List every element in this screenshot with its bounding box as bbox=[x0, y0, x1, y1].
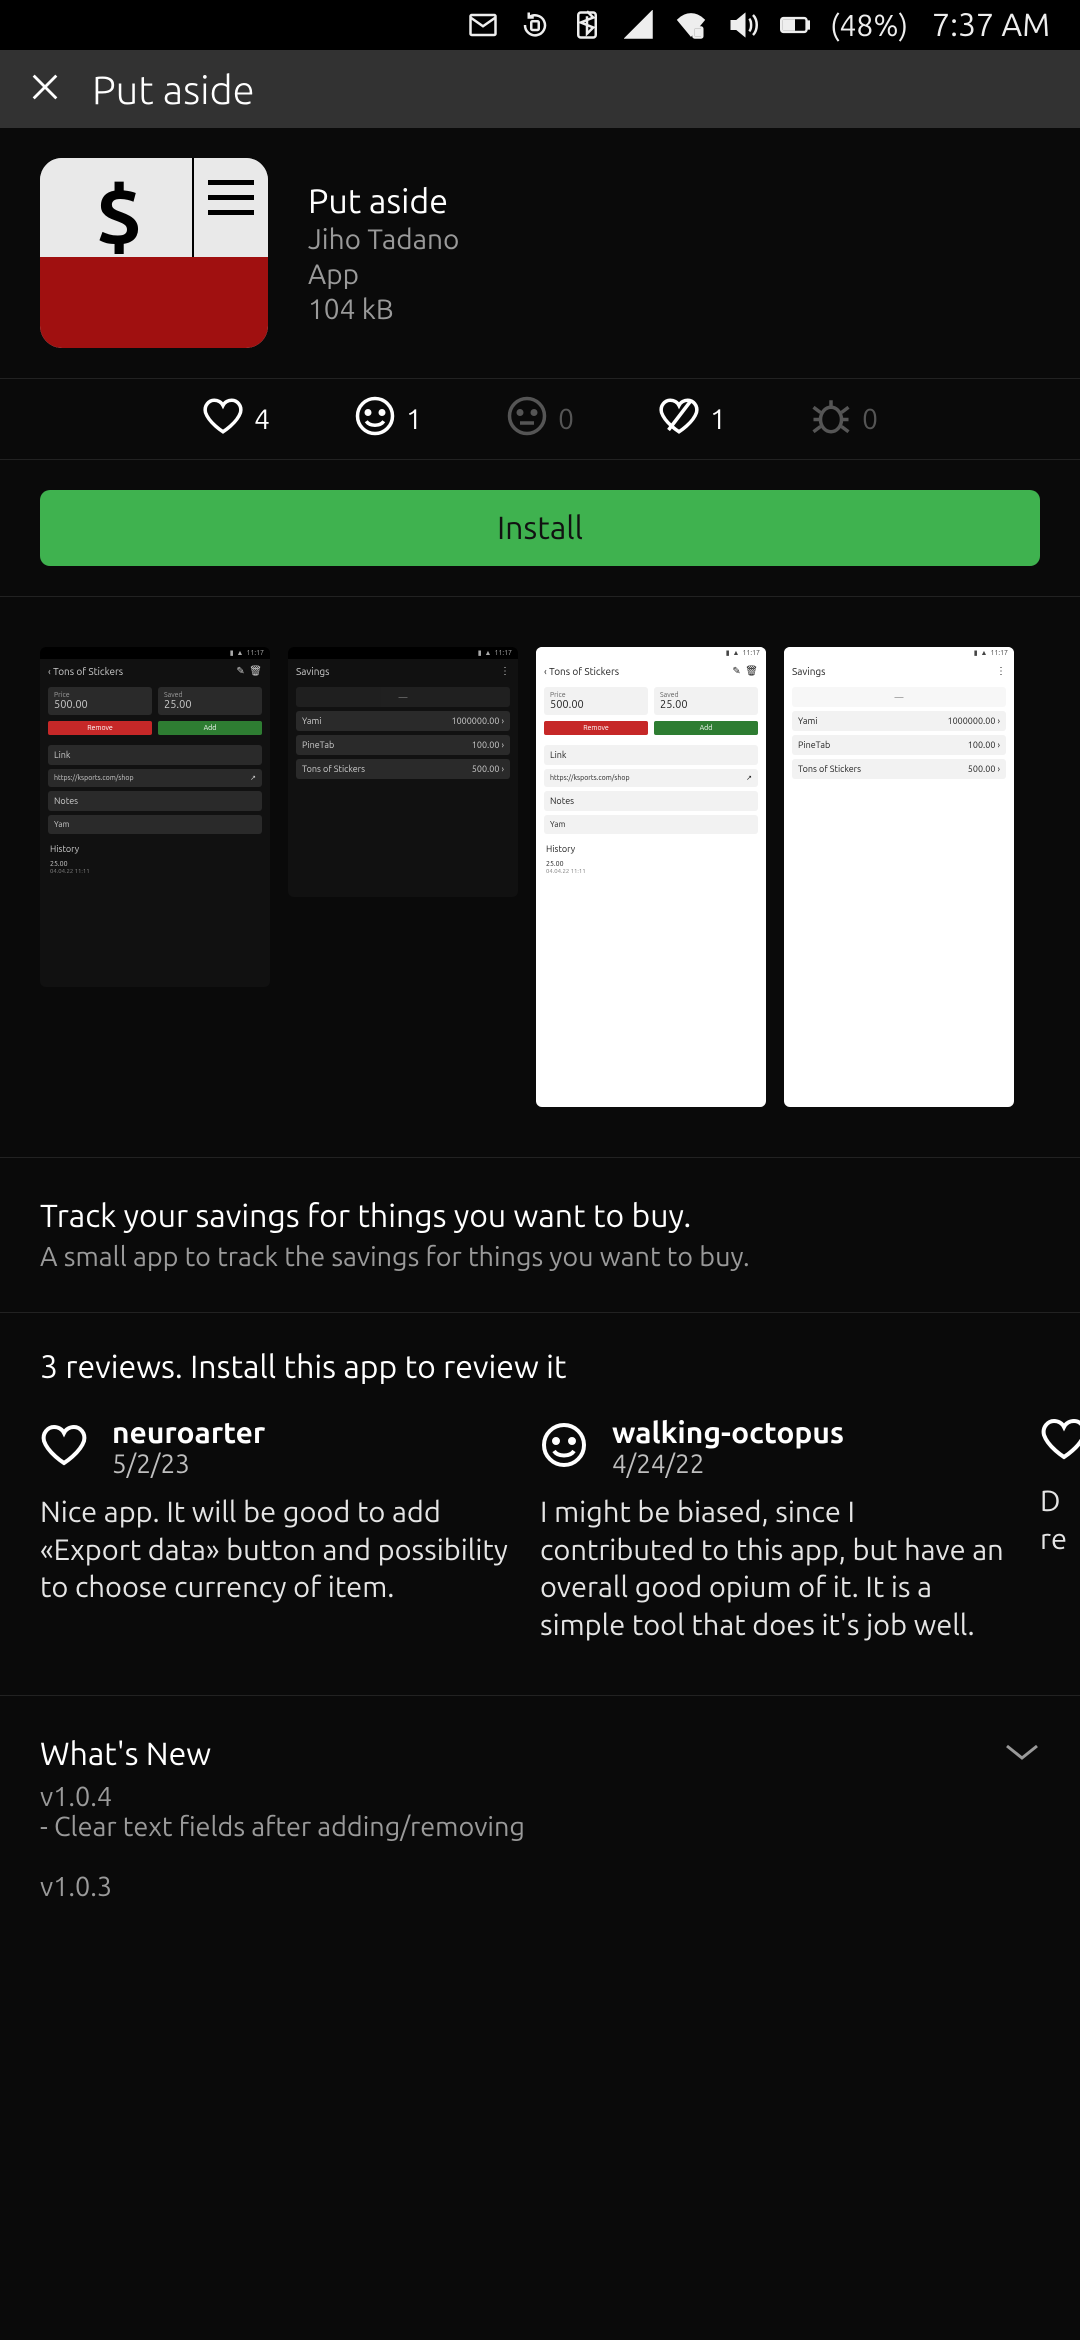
app-category: App bbox=[308, 259, 459, 290]
reaction-neutral[interactable]: 0 bbox=[506, 395, 574, 443]
cell-signal-icon bbox=[622, 8, 656, 42]
reviews-list[interactable]: neuroarter 5/2/23 Nice app. It will be g… bbox=[0, 1415, 1080, 1696]
reaction-bug-count: 0 bbox=[862, 404, 878, 435]
reaction-broken-count: 1 bbox=[710, 404, 726, 435]
app-icon: $ bbox=[40, 158, 268, 348]
changelog-version: v1.0.4 bbox=[40, 1782, 1040, 1812]
review-body: I might be biased, since I contributed t… bbox=[540, 1494, 1010, 1645]
broken-heart-icon bbox=[658, 395, 700, 443]
screenshot[interactable]: ▮▲11:17 ‹ Tons of Stickers✎ 🗑 Price500.0… bbox=[536, 647, 766, 1107]
page-header: Put aside bbox=[0, 50, 1080, 128]
heart-icon bbox=[1040, 1415, 1080, 1467]
page-title: Put aside bbox=[92, 67, 255, 112]
description-headline: Track your savings for things you want t… bbox=[40, 1198, 1040, 1234]
install-button[interactable]: Install bbox=[40, 490, 1040, 566]
review-card[interactable]: Dre bbox=[1040, 1415, 1080, 1645]
app-summary-row: $ Put aside Jiho Tadano App 104 kB bbox=[0, 128, 1080, 379]
mail-icon bbox=[466, 8, 500, 42]
battery-icon bbox=[778, 8, 812, 42]
reaction-broken[interactable]: 1 bbox=[658, 395, 726, 443]
review-date: 5/2/23 bbox=[112, 1449, 265, 1478]
whats-new-title: What's New bbox=[40, 1736, 211, 1772]
rotation-lock-icon bbox=[518, 8, 552, 42]
reaction-neutral-count: 0 bbox=[558, 404, 574, 435]
heart-icon bbox=[202, 395, 244, 443]
review-body: Dre bbox=[1040, 1483, 1080, 1558]
review-body: Nice app. It will be good to add «Export… bbox=[40, 1494, 510, 1607]
description-section: Track your savings for things you want t… bbox=[0, 1158, 1080, 1313]
status-bar: (48%) 7:37 AM bbox=[0, 0, 1080, 50]
review-card[interactable]: walking-octopus 4/24/22 I might be biase… bbox=[540, 1415, 1010, 1645]
app-developer: Jiho Tadano bbox=[308, 224, 459, 255]
chevron-down-icon bbox=[1004, 1742, 1040, 1766]
close-icon[interactable] bbox=[28, 70, 62, 108]
changelog-version: v1.0.3 bbox=[40, 1872, 1040, 1902]
app-size: 104 kB bbox=[308, 294, 459, 325]
reaction-like-count: 4 bbox=[254, 404, 270, 435]
whats-new-header[interactable]: What's New bbox=[40, 1736, 1040, 1772]
screenshots-strip[interactable]: ▮▲11:17 ‹ Tons of Stickers✎ 🗑 Price500.0… bbox=[0, 597, 1080, 1158]
whats-new-section: What's New v1.0.4 - Clear text fields af… bbox=[0, 1696, 1080, 1942]
battery-percent: (48%) bbox=[830, 8, 908, 42]
reaction-happy[interactable]: 1 bbox=[354, 395, 422, 443]
screenshot[interactable]: ▮▲11:17 ‹ Tons of Stickers✎ 🗑 Price500.0… bbox=[40, 647, 270, 987]
review-date: 4/24/22 bbox=[612, 1449, 844, 1478]
heart-icon bbox=[40, 1421, 88, 1473]
install-section: Install bbox=[0, 460, 1080, 597]
description-sub: A small app to track the savings for thi… bbox=[40, 1242, 1040, 1272]
reaction-bug[interactable]: 0 bbox=[810, 395, 878, 443]
bug-icon bbox=[810, 395, 852, 443]
changelog-note: - Clear text fields after adding/removin… bbox=[40, 1812, 1040, 1842]
volume-icon bbox=[726, 8, 760, 42]
clock: 7:37 AM bbox=[932, 7, 1050, 43]
review-card[interactable]: neuroarter 5/2/23 Nice app. It will be g… bbox=[40, 1415, 510, 1645]
reviewer-name: walking-octopus bbox=[612, 1415, 844, 1449]
smile-icon bbox=[354, 395, 396, 443]
screenshot[interactable]: ▮▲11:17 Savings⋮ — Yami1000000.00 › Pine… bbox=[288, 647, 518, 897]
app-name: Put aside bbox=[308, 182, 459, 220]
neutral-face-icon bbox=[506, 395, 548, 443]
wifi-icon bbox=[674, 8, 708, 42]
smile-icon bbox=[540, 1421, 588, 1473]
reviewer-name: neuroarter bbox=[112, 1415, 265, 1449]
app-meta: Put aside Jiho Tadano App 104 kB bbox=[308, 158, 459, 348]
bluetooth-icon bbox=[570, 8, 604, 42]
reactions-row: 4 1 0 1 0 bbox=[0, 379, 1080, 460]
screenshot[interactable]: ▮▲11:17 Savings⋮ — Yami1000000.00 › Pine… bbox=[784, 647, 1014, 1107]
reaction-like[interactable]: 4 bbox=[202, 395, 270, 443]
reviews-header: 3 reviews. Install this app to review it bbox=[0, 1313, 1080, 1415]
reaction-happy-count: 1 bbox=[406, 404, 422, 435]
